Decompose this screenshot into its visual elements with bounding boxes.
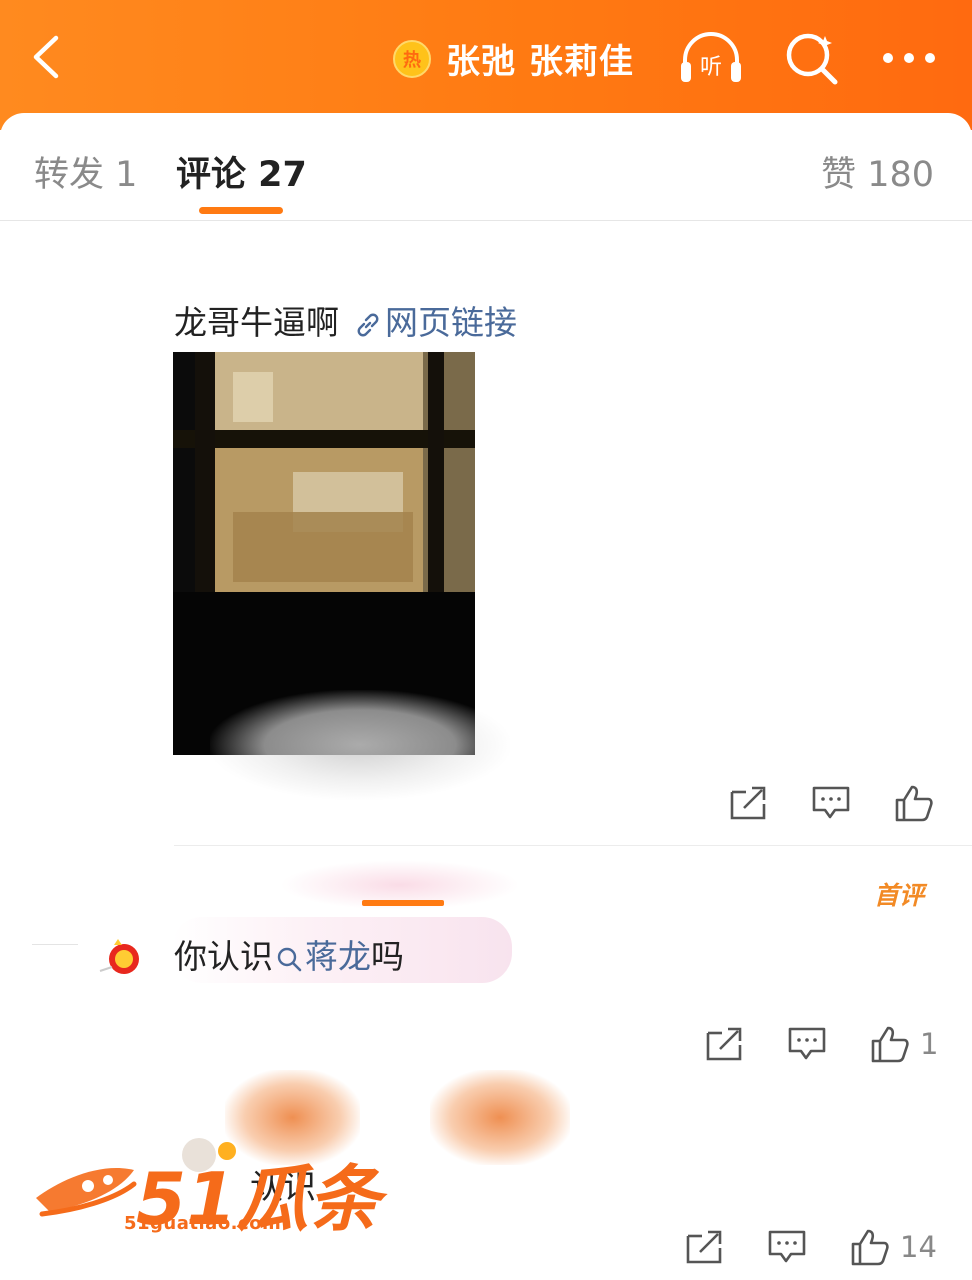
share-icon[interactable] — [684, 1228, 724, 1266]
headphones-icon[interactable]: 听 — [677, 28, 745, 86]
comment-body: 龙哥牛逼啊 — [174, 303, 339, 342]
comment-text: 龙哥牛逼啊 网页链接 — [174, 296, 517, 344]
more-icon[interactable] — [880, 48, 938, 68]
link-icon — [357, 313, 379, 336]
divider — [174, 845, 972, 846]
comment-text: 你认识 蒋龙吗 — [174, 930, 404, 978]
tab-repost[interactable]: 转发 1 — [34, 146, 137, 197]
redaction-scribble — [210, 690, 510, 800]
like-icon[interactable] — [870, 1025, 910, 1063]
medal-icon — [99, 939, 139, 974]
comment-body-start: 你认识 — [174, 937, 273, 976]
active-tab-indicator — [199, 207, 283, 214]
topic-link[interactable]: 蒋龙 — [305, 937, 371, 976]
hot-badge: 热 — [393, 40, 431, 78]
like-count: 1 — [920, 1027, 939, 1061]
web-link[interactable]: 网页链接 — [385, 303, 517, 342]
comment-actions: 1 — [704, 1025, 938, 1063]
tab-like[interactable]: 赞 180 — [821, 146, 934, 197]
reply-icon[interactable] — [767, 1228, 807, 1266]
redaction-scribble — [430, 1070, 570, 1165]
comment-body-end: 吗 — [371, 937, 404, 976]
top-bar: 热 张弛 张莉佳 听 — [0, 0, 972, 130]
topic-title[interactable]: 张弛 张莉佳 — [446, 34, 634, 83]
back-arrow-icon[interactable] — [26, 32, 76, 82]
share-icon[interactable] — [704, 1025, 744, 1063]
share-icon[interactable] — [728, 784, 768, 822]
like-icon[interactable] — [850, 1228, 890, 1266]
reply-icon[interactable] — [787, 1025, 827, 1063]
divider — [32, 944, 78, 945]
listen-label: 听 — [700, 55, 722, 80]
search-topic-icon — [277, 947, 302, 971]
tab-comment[interactable]: 评论 27 — [176, 146, 307, 197]
comment-actions: 14 — [684, 1228, 937, 1266]
search-icon[interactable] — [783, 30, 841, 86]
reply-icon[interactable] — [811, 784, 851, 822]
first-comment-badge: 首评 — [874, 881, 925, 910]
like-icon[interactable] — [894, 784, 934, 822]
divider — [0, 220, 972, 221]
redaction-bar — [362, 900, 444, 906]
comment-actions — [728, 784, 944, 822]
watermark-url: 51guatiao.com — [124, 1213, 282, 1234]
like-count: 14 — [900, 1230, 937, 1264]
